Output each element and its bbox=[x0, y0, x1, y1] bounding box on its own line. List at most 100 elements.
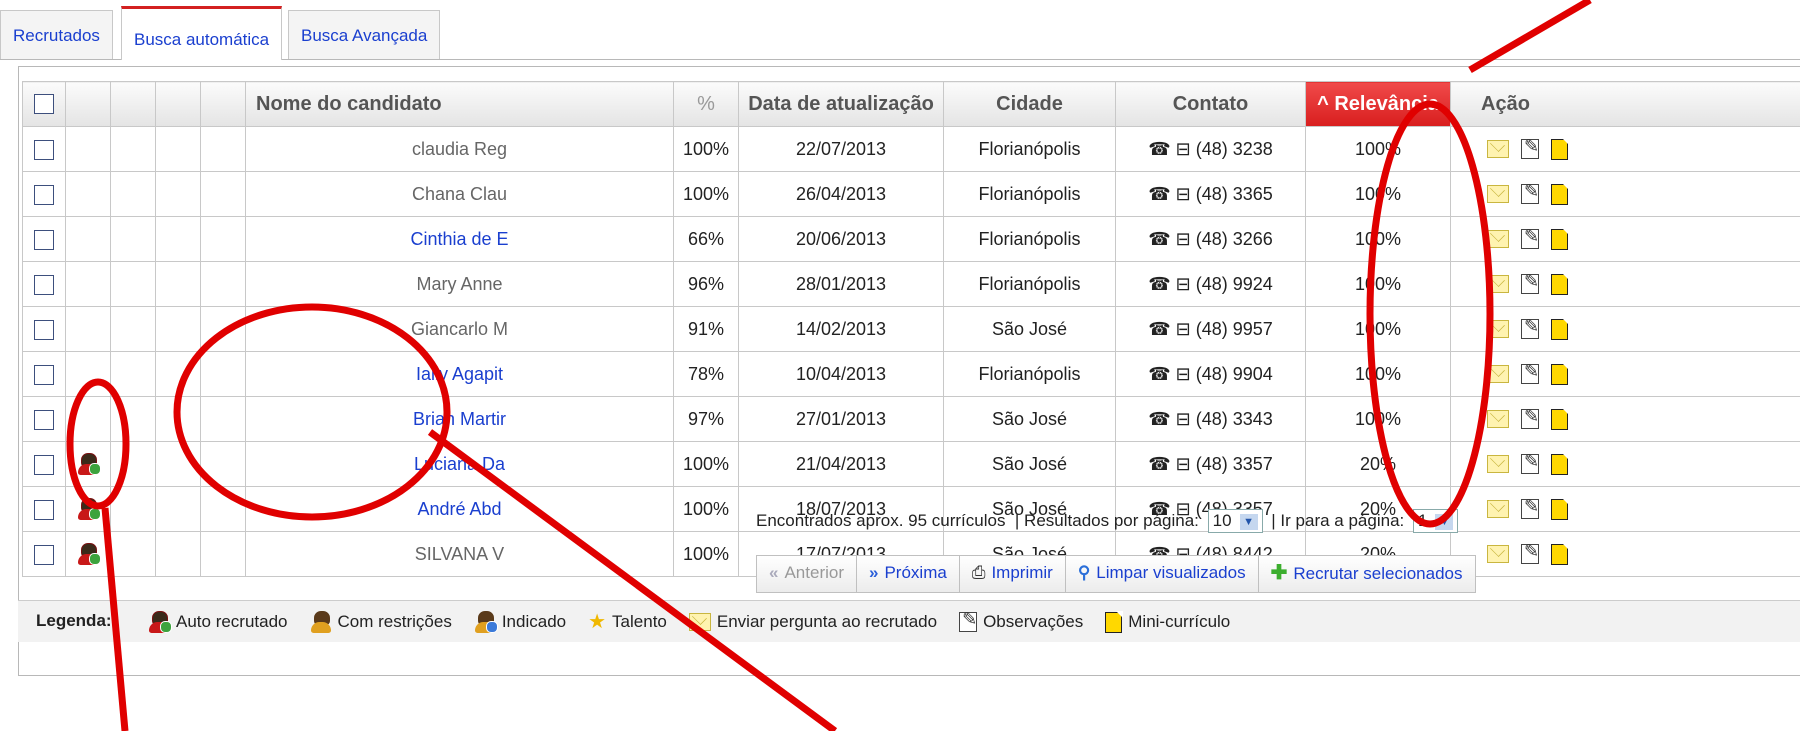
action-cell bbox=[1450, 351, 1800, 397]
envelope-icon[interactable] bbox=[1487, 320, 1509, 339]
phone-icon: ☎ bbox=[1148, 318, 1171, 339]
fax-icon: ⊟ bbox=[1175, 318, 1191, 339]
notes-icon[interactable] bbox=[1521, 226, 1539, 250]
notes-icon[interactable] bbox=[1521, 361, 1539, 385]
row-checkbox[interactable] bbox=[34, 229, 54, 250]
mini-resume-icon[interactable] bbox=[1551, 497, 1569, 520]
contact-cell: ☎ ⊟ (48) 3238 bbox=[1115, 126, 1306, 172]
table-row[interactable]: Giancarlo M 91% 14/02/2013 São José ☎ ⊟ (48)… bbox=[22, 306, 1800, 352]
candidate-name-cell[interactable]: Ially Agapit bbox=[245, 351, 674, 397]
fax-icon: ⊟ bbox=[1175, 183, 1191, 204]
mini-resume-icon[interactable] bbox=[1551, 452, 1569, 475]
phone-number: (48) 3266 bbox=[1195, 228, 1273, 249]
header-blank bbox=[200, 81, 246, 127]
table-row[interactable]: claudia Reg 100% 22/07/2013 Florianópolis ☎ … bbox=[22, 126, 1800, 172]
header-percent[interactable]: % bbox=[673, 81, 739, 127]
tab-busca-automatica[interactable]: Busca automática bbox=[121, 6, 283, 60]
legend-item: Enviar pergunta ao recrutado bbox=[688, 611, 938, 633]
status-cell bbox=[65, 126, 111, 172]
select-all-checkbox[interactable] bbox=[34, 94, 54, 115]
row-checkbox[interactable] bbox=[34, 544, 54, 565]
per-page-select[interactable]: 10 ▼ bbox=[1207, 509, 1263, 533]
table-row[interactable]: Chana Clau 100% 26/04/2013 Florianópolis ☎ ⊟… bbox=[22, 171, 1800, 217]
notes-icon[interactable] bbox=[1521, 406, 1539, 430]
table-row[interactable]: Luciana Da 100% 21/04/2013 São José ☎ ⊟ (48)… bbox=[22, 441, 1800, 487]
envelope-icon[interactable] bbox=[1487, 500, 1509, 519]
candidate-name: SILVANA V bbox=[414, 543, 505, 564]
notes-icon[interactable] bbox=[1521, 136, 1539, 160]
row-checkbox[interactable] bbox=[34, 409, 54, 430]
mini-resume-icon[interactable] bbox=[1551, 542, 1569, 565]
header-relevance[interactable]: ^ Relevância bbox=[1305, 81, 1451, 127]
envelope-icon[interactable] bbox=[1487, 230, 1509, 249]
table-row[interactable]: Cinthia de E 66% 20/06/2013 Florianópolis ☎ … bbox=[22, 216, 1800, 262]
recruit-selected-button[interactable]: ✚ Recrutar selecionados bbox=[1259, 556, 1475, 592]
envelope-icon[interactable] bbox=[1487, 365, 1509, 384]
envelope-icon[interactable] bbox=[1487, 185, 1509, 204]
candidate-name-cell[interactable]: Luciana Da bbox=[245, 441, 674, 487]
city-cell: Florianópolis bbox=[943, 261, 1116, 307]
candidate-name-cell: Chana Clau bbox=[245, 171, 674, 217]
tab-recrutados[interactable]: Recrutados bbox=[0, 10, 113, 59]
row-checkbox[interactable] bbox=[34, 499, 54, 520]
header-name[interactable]: Nome do candidato bbox=[245, 81, 674, 127]
mini-resume-icon[interactable] bbox=[1551, 362, 1569, 385]
blank-cell bbox=[200, 351, 246, 397]
relevance-cell: 100% bbox=[1305, 306, 1451, 352]
next-button[interactable]: » Próxima bbox=[857, 556, 960, 592]
candidate-name-cell: claudia Reg bbox=[245, 126, 674, 172]
blank-cell bbox=[200, 486, 246, 532]
row-checkbox[interactable] bbox=[34, 139, 54, 160]
envelope-icon[interactable] bbox=[1487, 275, 1509, 294]
mini-resume-icon[interactable] bbox=[1551, 137, 1569, 160]
row-checkbox[interactable] bbox=[34, 364, 54, 385]
blank-cell bbox=[200, 216, 246, 262]
row-checkbox[interactable] bbox=[34, 184, 54, 205]
mini-resume-icon[interactable] bbox=[1551, 272, 1569, 295]
percent-cell: 96% bbox=[673, 261, 739, 307]
row-checkbox[interactable] bbox=[34, 454, 54, 475]
candidate-name-cell[interactable]: Cinthia de E bbox=[245, 216, 674, 262]
blank-cell bbox=[200, 441, 246, 487]
date-cell: 27/01/2013 bbox=[738, 396, 944, 442]
goto-page-select[interactable]: 1 ▼ bbox=[1412, 509, 1459, 533]
star-icon: ★ bbox=[588, 611, 607, 633]
candidate-name-cell[interactable]: André Abd bbox=[245, 486, 674, 532]
notes-icon[interactable] bbox=[1521, 496, 1539, 520]
tab-busca-avancada[interactable]: Busca Avançada bbox=[288, 10, 441, 59]
mini-resume-icon[interactable] bbox=[1551, 227, 1569, 250]
print-button[interactable]: ⎙ Imprimir bbox=[960, 556, 1066, 592]
header-city[interactable]: Cidade bbox=[943, 81, 1116, 127]
status-cell bbox=[65, 171, 111, 217]
table-row[interactable]: Ially Agapit 78% 10/04/2013 Florianópolis ☎ … bbox=[22, 351, 1800, 397]
table-row[interactable]: Mary Anne 96% 28/01/2013 Florianópolis ☎ ⊟ (… bbox=[22, 261, 1800, 307]
header-date[interactable]: Data de atualização bbox=[738, 81, 944, 127]
envelope-icon[interactable] bbox=[1487, 410, 1509, 429]
previous-button[interactable]: « Anterior bbox=[757, 556, 857, 592]
percent-cell: 100% bbox=[673, 126, 739, 172]
legend-text: Enviar pergunta ao recrutado bbox=[716, 612, 938, 631]
blank-cell bbox=[155, 396, 201, 442]
table-row[interactable]: Brian Martir 97% 27/01/2013 São José ☎ ⊟ (48… bbox=[22, 396, 1800, 442]
row-checkbox[interactable] bbox=[34, 274, 54, 295]
envelope-icon[interactable] bbox=[1487, 140, 1509, 159]
notes-icon[interactable] bbox=[1521, 271, 1539, 295]
mini-resume-icon[interactable] bbox=[1551, 182, 1569, 205]
row-checkbox[interactable] bbox=[34, 319, 54, 340]
envelope-icon[interactable] bbox=[1487, 545, 1509, 564]
notes-icon[interactable] bbox=[1521, 316, 1539, 340]
envelope-icon[interactable] bbox=[1487, 455, 1509, 474]
header-contact[interactable]: Contato bbox=[1115, 81, 1306, 127]
legend-text: Auto recrutado bbox=[176, 612, 288, 631]
notes-icon[interactable] bbox=[1521, 181, 1539, 205]
header-action: Ação bbox=[1450, 81, 1800, 127]
notes-icon[interactable] bbox=[1521, 541, 1539, 565]
candidate-name-cell[interactable]: Brian Martir bbox=[245, 396, 674, 442]
mini-resume-icon[interactable] bbox=[1551, 407, 1569, 430]
status-cell bbox=[65, 216, 111, 262]
mini-resume-icon[interactable] bbox=[1551, 317, 1569, 340]
restricted-icon bbox=[310, 611, 332, 633]
notes-icon[interactable] bbox=[1521, 451, 1539, 475]
clear-viewed-button[interactable]: ⚲ Limpar visualizados bbox=[1066, 556, 1259, 592]
action-cell bbox=[1450, 396, 1800, 442]
